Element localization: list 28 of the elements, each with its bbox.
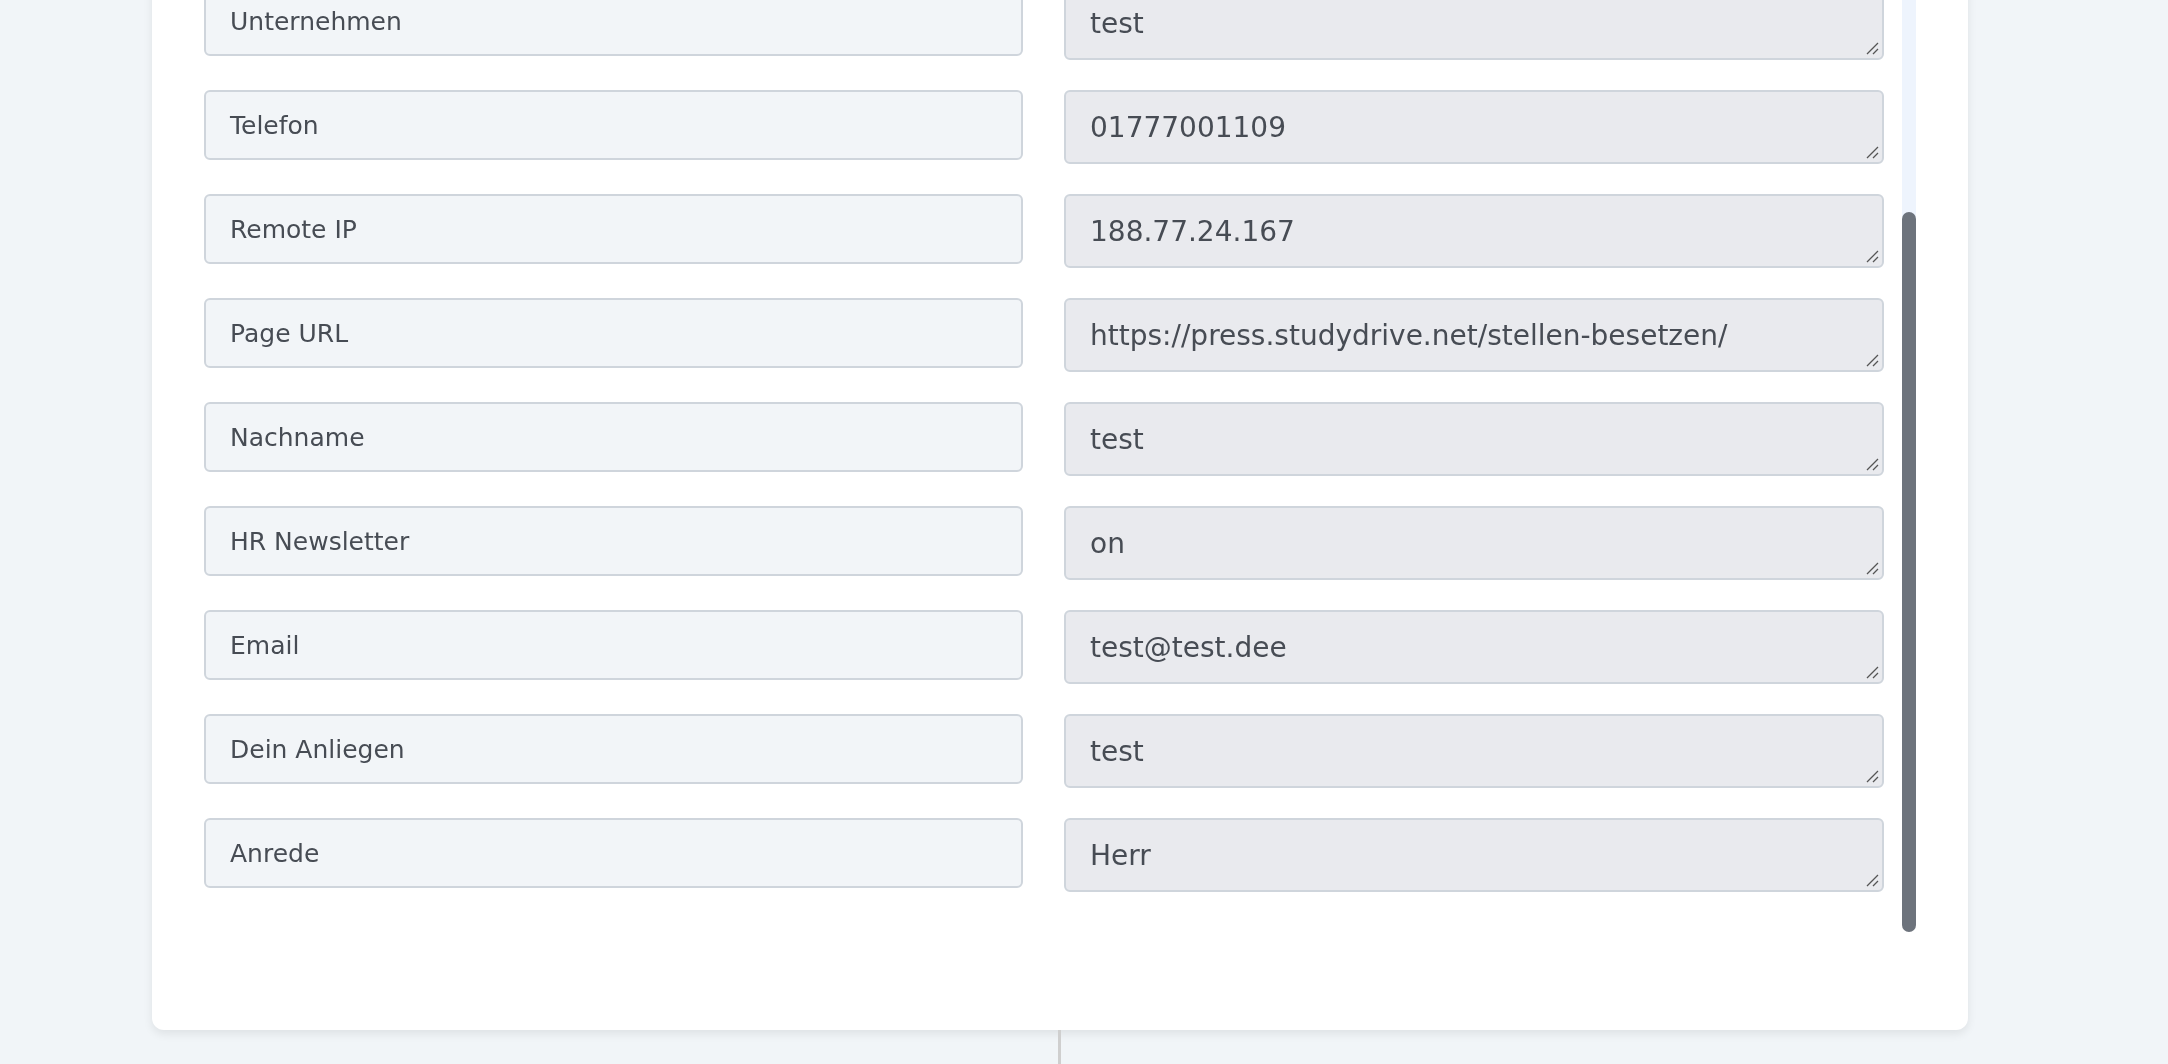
resize-handle-icon[interactable] — [1865, 145, 1879, 159]
resize-handle-icon[interactable] — [1865, 873, 1879, 887]
label-field[interactable]: Remote IP — [204, 194, 1023, 264]
label-field[interactable]: Nachname — [204, 402, 1023, 472]
value-field[interactable]: test — [1064, 714, 1884, 788]
resize-handle-icon[interactable] — [1865, 769, 1879, 783]
value-field[interactable]: 188.77.24.167 — [1064, 194, 1884, 268]
value-field[interactable]: 01777001109 — [1064, 90, 1884, 164]
resize-handle-icon[interactable] — [1865, 41, 1879, 55]
label-field[interactable]: Unternehmen — [204, 0, 1023, 56]
label-field[interactable]: Email — [204, 610, 1023, 680]
label-field[interactable]: Dein Anliegen — [204, 714, 1023, 784]
value-field[interactable]: https://press.studydrive.net/stellen-besetzen/ — [1064, 298, 1884, 372]
value-field[interactable]: test — [1064, 0, 1884, 60]
value-field[interactable]: test — [1064, 402, 1884, 476]
resize-handle-icon[interactable] — [1865, 249, 1879, 263]
value-field[interactable]: Herr — [1064, 818, 1884, 892]
label-field[interactable]: HR Newsletter — [204, 506, 1023, 576]
label-field[interactable]: Anrede — [204, 818, 1023, 888]
value-field[interactable]: test@test.dee — [1064, 610, 1884, 684]
label-field[interactable]: Telefon — [204, 90, 1023, 160]
scrollbar-thumb[interactable] — [1902, 212, 1916, 932]
resize-handle-icon[interactable] — [1865, 561, 1879, 575]
resize-handle-icon[interactable] — [1865, 353, 1879, 367]
value-field[interactable]: on — [1064, 506, 1884, 580]
label-field[interactable]: Page URL — [204, 298, 1023, 368]
resize-handle-icon[interactable] — [1865, 457, 1879, 471]
resize-handle-icon[interactable] — [1865, 665, 1879, 679]
